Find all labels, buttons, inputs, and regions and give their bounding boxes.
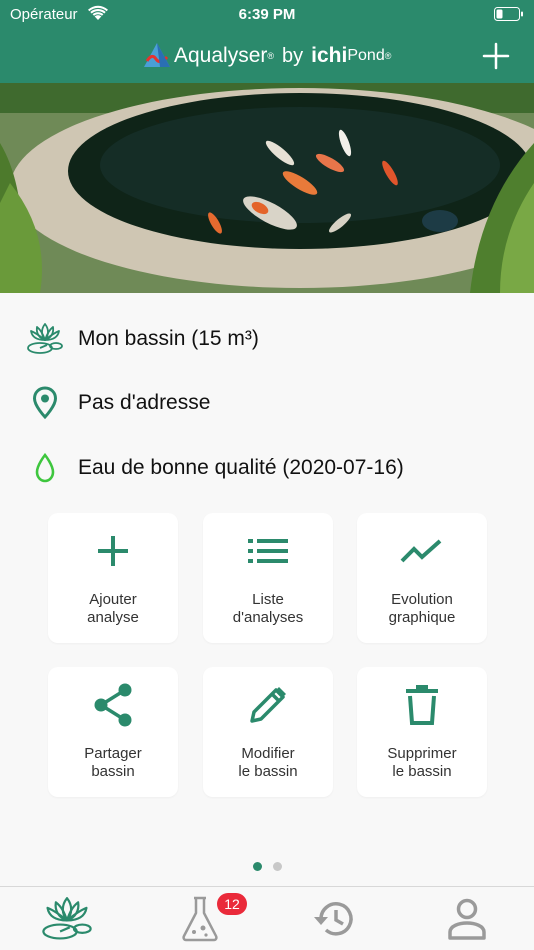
page-dot-2[interactable]: [272, 862, 282, 871]
evolution-chart-label: Evolution graphique: [388, 591, 456, 626]
location-pin-icon: [32, 386, 58, 420]
analysis-list-button[interactable]: Liste d'analyses: [203, 513, 333, 643]
page-dot-1[interactable]: [252, 862, 262, 871]
pencil-icon: [250, 687, 286, 723]
tab-bar: 12: [0, 886, 534, 950]
clock: 6:39 PM: [238, 6, 296, 23]
plus-icon: [98, 536, 128, 566]
pond-photo: [0, 83, 534, 293]
add-analysis-button[interactable]: Ajouter analyse: [48, 513, 178, 643]
share-pond-button[interactable]: Partager bassin: [48, 667, 178, 797]
brand-name: Aqualyser: [174, 44, 268, 67]
history-icon: [313, 902, 353, 936]
pond-name: Mon bassin (15 m³): [78, 327, 259, 350]
lotus-icon: [27, 323, 63, 354]
app-header: Aqualyser ® by ichi Pond ®: [0, 30, 534, 83]
battery-icon: [494, 7, 523, 21]
tab-profile[interactable]: [400, 887, 533, 950]
edit-pond-button[interactable]: Modifier le bassin: [203, 667, 333, 797]
tab-history[interactable]: [267, 887, 400, 950]
water-quality-row: Eau de bonne qualité (2020-07-16): [0, 446, 534, 490]
add-analysis-label: Ajouter analyse: [87, 591, 139, 626]
tab-ponds[interactable]: [0, 887, 133, 950]
brand-by: by: [282, 44, 304, 67]
partner-pond: Pond: [347, 47, 385, 64]
delete-pond-label: Supprimer le bassin: [387, 745, 457, 780]
pond-address: Pas d'adresse: [78, 391, 211, 414]
status-bar: Opérateur 6:39 PM: [0, 0, 534, 30]
pond-name-row: Mon bassin (15 m³): [0, 317, 534, 361]
partner-ichi: ichi: [311, 44, 348, 67]
brand-registered-mark: ®: [267, 51, 275, 61]
list-icon: [248, 539, 288, 563]
trend-icon: [400, 539, 442, 563]
delete-pond-button[interactable]: Supprimer le bassin: [357, 667, 487, 797]
analysis-list-label: Liste d'analyses: [232, 591, 304, 626]
share-icon: [94, 683, 132, 727]
aqualyser-logo-icon: [144, 43, 170, 67]
analyses-count-badge: 12: [217, 893, 247, 915]
page-indicator[interactable]: [0, 862, 534, 871]
evolution-chart-button[interactable]: Evolution graphique: [357, 513, 487, 643]
tab-analyses[interactable]: 12: [133, 887, 266, 950]
brand-logo: Aqualyser ® by ichi Pond ®: [142, 39, 391, 73]
flask-icon: [181, 896, 218, 942]
lotus-icon: [41, 897, 92, 940]
pond-address-row: Pas d'adresse: [0, 381, 534, 425]
trash-icon: [406, 685, 438, 725]
water-drop-icon: [35, 453, 55, 483]
share-pond-label: Partager bassin: [84, 745, 142, 780]
add-pond-button[interactable]: [482, 42, 510, 70]
partner-registered-mark: ®: [384, 51, 392, 61]
user-icon: [447, 898, 486, 940]
edit-pond-label: Modifier le bassin: [238, 745, 298, 780]
water-quality: Eau de bonne qualité (2020-07-16): [78, 456, 404, 479]
